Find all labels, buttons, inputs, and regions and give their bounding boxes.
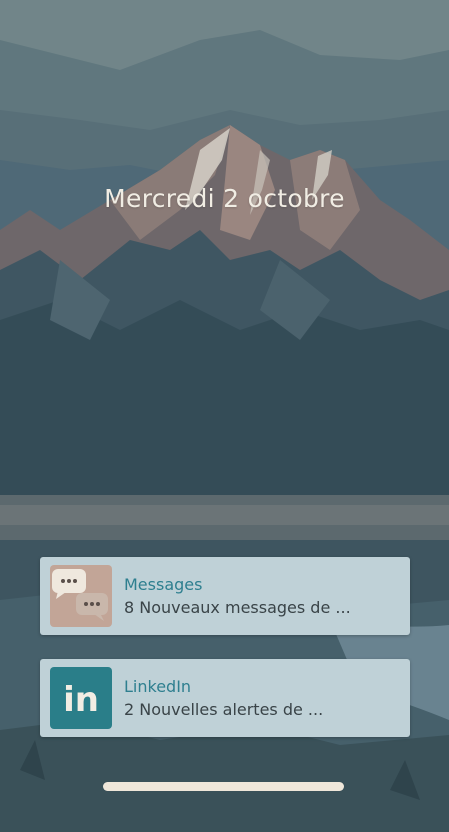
notification-app-title: LinkedIn — [124, 677, 192, 696]
messages-icon — [50, 565, 112, 627]
notification-linkedin[interactable]: in LinkedIn 2 Nouvelles alertes de ... — [40, 659, 410, 737]
notification-text: 8 Nouveaux messages de ... — [124, 598, 351, 617]
notification-app-title: Messages — [124, 575, 203, 594]
linkedin-icon: in — [50, 667, 112, 729]
home-indicator[interactable] — [103, 782, 344, 791]
linkedin-icon-text: in — [63, 680, 99, 720]
notification-messages[interactable]: Messages 8 Nouveaux messages de ... — [40, 557, 410, 635]
lockscreen-date: Mercredi 2 octobre — [104, 184, 345, 213]
notification-text: 2 Nouvelles alertes de ... — [124, 700, 324, 719]
